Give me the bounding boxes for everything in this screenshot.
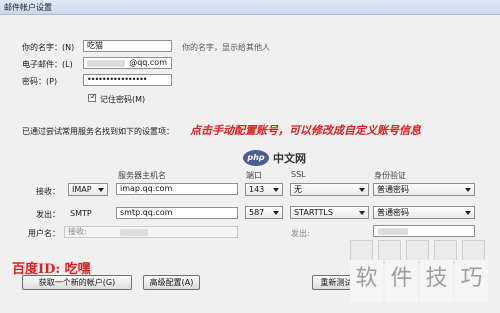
incoming-ssl-value: 无 [294, 185, 302, 194]
manual-config-annotation: 点击手动配置账号，可以修改成自定义账号信息 [190, 124, 421, 137]
incoming-label: 接收： [36, 187, 60, 196]
window-title: 邮件帐户设置 [4, 3, 52, 12]
incoming-port-select[interactable]: 143 [245, 183, 283, 196]
name-field[interactable]: 吃猫 [83, 40, 172, 52]
outgoing-label: 发出： [36, 210, 60, 219]
username-label: 用户名： [28, 229, 60, 238]
incoming-auth-value: 普通密码 [377, 185, 409, 194]
incoming-username-hint: 接收: [68, 227, 87, 236]
chevron-down-icon [465, 188, 471, 192]
incoming-ssl-select[interactable]: 无 [290, 183, 369, 196]
outgoing-username-field[interactable] [373, 225, 475, 237]
incoming-auth-select[interactable]: 普通密码 [373, 183, 475, 196]
incoming-username-redaction [120, 229, 148, 236]
chevron-down-icon [359, 188, 365, 192]
outgoing-auth-value: 普通密码 [377, 208, 409, 217]
chevron-down-icon [273, 188, 279, 192]
outgoing-username-redaction [378, 228, 408, 235]
php-logo-icon: php [243, 150, 269, 166]
chevron-down-icon [359, 211, 365, 215]
outgoing-ssl-value: STARTTLS [294, 208, 333, 217]
chevron-down-icon [465, 211, 471, 215]
remember-password-checkbox[interactable]: ✓ [88, 92, 97, 102]
window-title-bar: 邮件帐户设置 [0, 0, 500, 15]
outgoing-protocol: SMTP [70, 209, 92, 218]
found-settings-text: 已通过尝试常用服务名找到如下的设置项： [22, 127, 174, 136]
email-redaction [87, 60, 125, 67]
remember-password-label: 记住密码(M) [100, 95, 146, 104]
incoming-protocol-value: IMAP [72, 185, 92, 194]
outgoing-port-select[interactable]: 587 [245, 206, 283, 219]
outgoing-username-hint: 发出: [291, 229, 310, 238]
password-label: 密码：(P) [22, 77, 58, 86]
php-watermark-text: 中文网 [273, 152, 306, 165]
column-auth: 身份验证 [374, 171, 406, 180]
incoming-port-value: 143 [249, 185, 265, 194]
incoming-username-field[interactable]: 接收: [64, 226, 238, 238]
name-label: 你的名字：(N) [22, 43, 75, 52]
incoming-protocol-select[interactable]: IMAP [68, 183, 108, 196]
name-hint: 你的名字，显示给其他人 [182, 43, 270, 52]
email-field[interactable]: @qq.com [83, 57, 172, 69]
watermark-char: 技 [420, 260, 453, 302]
email-domain: @qq.com [129, 58, 167, 67]
get-new-account-button[interactable]: 获取一个新的帐户(G) [22, 275, 132, 290]
watermark-char: 件 [385, 260, 418, 302]
outgoing-auth-select[interactable]: 普通密码 [373, 206, 475, 219]
advanced-config-button[interactable]: 高级配置(A) [143, 275, 200, 290]
incoming-host-field[interactable]: imap.qq.com [116, 183, 238, 195]
watermark-char: 巧 [455, 260, 488, 302]
checkmark-icon: ✓ [90, 92, 97, 101]
chevron-down-icon [98, 188, 104, 192]
column-ssl: SSL [291, 170, 306, 179]
outgoing-host-field[interactable]: smtp.qq.com [116, 207, 238, 219]
column-hostname: 服务器主机名 [118, 171, 166, 180]
watermark-char: 软 [350, 260, 383, 302]
chevron-down-icon [273, 211, 279, 215]
outgoing-ssl-select[interactable]: STARTTLS [290, 206, 369, 219]
column-port: 端口 [246, 171, 262, 180]
email-label: 电子邮件：(L) [22, 60, 73, 69]
password-field[interactable]: •••••••••••••••• [83, 74, 172, 86]
outgoing-port-value: 587 [249, 208, 265, 217]
